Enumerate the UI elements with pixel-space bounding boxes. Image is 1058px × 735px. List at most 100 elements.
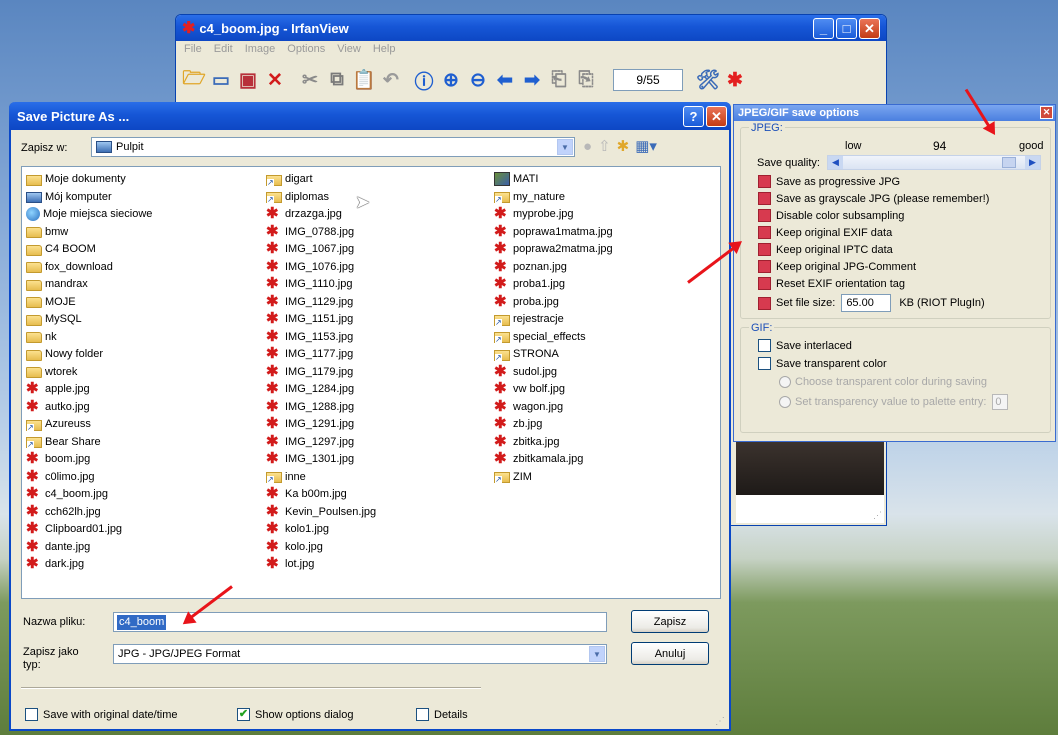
list-item[interactable]: Ka b00m.jpg	[266, 484, 347, 502]
cancel-button[interactable]: Anuluj	[631, 642, 709, 665]
list-item[interactable]: poprawa2matma.jpg	[494, 239, 613, 257]
list-item[interactable]: IMG_1177.jpg	[266, 344, 353, 362]
file-size-input[interactable]: 65.00	[841, 294, 892, 312]
list-item[interactable]: IMG_1297.jpg	[266, 432, 354, 450]
list-item[interactable]: zbitka.jpg	[494, 432, 559, 450]
list-item[interactable]: C4 BOOM	[26, 241, 96, 257]
zoom-in-icon[interactable]: ⊕	[439, 68, 463, 92]
checkbox[interactable]	[758, 357, 771, 370]
resize-grip[interactable]: ⋰	[715, 716, 725, 727]
checkbox[interactable]	[758, 260, 771, 273]
list-item[interactable]: poprawa1matma.jpg	[494, 222, 613, 240]
checkbox[interactable]	[758, 339, 771, 352]
list-item[interactable]: diplomas	[266, 189, 329, 205]
list-item[interactable]: IMG_1110.jpg	[266, 274, 352, 292]
list-item[interactable]: myprobe.jpg	[494, 204, 574, 222]
list-item[interactable]: bmw	[26, 224, 68, 240]
checkbox[interactable]	[758, 192, 771, 205]
list-item[interactable]: proba.jpg	[494, 292, 559, 310]
list-item[interactable]: MATI	[494, 171, 538, 187]
gif-palette-option[interactable]: Set transparency value to palette entry:…	[779, 394, 1009, 410]
list-item[interactable]: IMG_0788.jpg	[266, 222, 354, 240]
list-item[interactable]: mandrax	[26, 276, 88, 292]
list-item[interactable]: Clipboard01.jpg	[26, 519, 122, 537]
list-item[interactable]: kolo1.jpg	[266, 519, 329, 537]
checkbox[interactable]	[758, 175, 771, 188]
list-item[interactable]: IMG_1288.jpg	[266, 397, 354, 415]
option-file-size[interactable]: Set file size: 65.00 KB (RIOT PlugIn)	[758, 292, 989, 314]
first-page-icon[interactable]: ⎗	[547, 68, 571, 92]
list-item[interactable]: IMG_1153.jpg	[266, 327, 353, 345]
settings-icon[interactable]: 🛠	[696, 68, 720, 92]
dropdown-arrow-button[interactable]: ▼	[589, 646, 605, 662]
list-item[interactable]: Nowy folder	[26, 346, 103, 362]
minimize-button[interactable]: _	[813, 18, 834, 39]
list-item[interactable]: my_nature	[494, 189, 565, 205]
list-item[interactable]: cch62lh.jpg	[26, 502, 101, 520]
option-disable-subsampling[interactable]: Disable color subsampling	[758, 207, 989, 224]
menu-view[interactable]: View	[337, 43, 361, 61]
list-item[interactable]: IMG_1076.jpg	[266, 257, 354, 275]
save-in-dropdown[interactable]: Pulpit ▼	[91, 137, 575, 157]
list-item[interactable]: Kevin_Poulsen.jpg	[266, 502, 376, 520]
list-item[interactable]: drzazga.jpg	[266, 204, 342, 222]
checkbox[interactable]	[758, 277, 771, 290]
option-grayscale[interactable]: Save as grayscale JPG (please remember!)	[758, 190, 989, 207]
next-icon[interactable]: ➡	[520, 68, 544, 92]
dropdown-arrow-button[interactable]: ▼	[557, 139, 573, 155]
radio-button[interactable]	[779, 376, 791, 388]
gif-palette-input[interactable]: 0	[992, 394, 1009, 410]
list-item[interactable]: wagon.jpg	[494, 397, 563, 415]
list-item[interactable]: kolo.jpg	[266, 537, 323, 555]
list-item[interactable]: inne	[266, 469, 306, 485]
save-dialog-titlebar[interactable]: Save Picture As ... ? ✕	[9, 102, 731, 130]
list-item[interactable]: c0limo.jpg	[26, 467, 95, 485]
list-item[interactable]: IMG_1291.jpg	[266, 414, 354, 432]
quality-slider[interactable]: ◀ ▶	[827, 155, 1041, 170]
list-item[interactable]: dante.jpg	[26, 537, 90, 555]
list-item[interactable]: fox_download	[26, 259, 113, 275]
checkbox[interactable]	[416, 708, 429, 721]
list-item[interactable]: IMG_1284.jpg	[266, 379, 354, 397]
list-item[interactable]: wtorek	[26, 364, 77, 380]
menu-edit[interactable]: Edit	[214, 43, 233, 61]
list-item[interactable]: boom.jpg	[26, 449, 90, 467]
list-item[interactable]: zbitkamala.jpg	[494, 449, 583, 467]
list-item[interactable]: c4_boom.jpg	[26, 484, 108, 502]
list-item[interactable]: digart	[266, 171, 313, 187]
back-icon[interactable]: ●	[583, 138, 592, 155]
maximize-button[interactable]: □	[836, 18, 857, 39]
checkbox[interactable]	[758, 296, 771, 310]
open-icon[interactable]: 🗁	[182, 68, 206, 92]
list-item[interactable]: Moje miejsca sieciowe	[26, 206, 152, 222]
jpeg-options-titlebar[interactable]: JPEG/GIF save options ✕	[734, 105, 1055, 121]
filetype-dropdown[interactable]: JPG - JPG/JPEG Format ▼	[113, 644, 607, 664]
last-page-icon[interactable]: ⎘	[574, 68, 598, 92]
opt-details[interactable]: Details	[416, 708, 468, 721]
option-progressive[interactable]: Save as progressive JPG	[758, 173, 989, 190]
list-item[interactable]: IMG_1067.jpg	[266, 239, 354, 257]
checkbox[interactable]: ✔	[237, 708, 250, 721]
list-item[interactable]: IMG_1179.jpg	[266, 362, 353, 380]
save-icon[interactable]: ▣	[236, 68, 260, 92]
list-item[interactable]: ZIM	[494, 469, 532, 485]
list-item[interactable]: autko.jpg	[26, 397, 90, 415]
opt-show-options[interactable]: ✔ Show options dialog	[237, 708, 353, 721]
slider-left-arrow[interactable]: ◀	[828, 156, 843, 169]
view-menu-icon[interactable]: ▦▾	[635, 137, 657, 155]
list-item[interactable]: MySQL	[26, 311, 82, 327]
resize-grip[interactable]: ⋰	[873, 510, 882, 521]
previous-icon[interactable]: ⬅	[493, 68, 517, 92]
radio-button[interactable]	[779, 396, 791, 408]
menu-file[interactable]: File	[184, 43, 202, 61]
checkbox[interactable]	[758, 209, 771, 222]
list-item[interactable]: Azureuss	[26, 416, 91, 432]
checkbox[interactable]	[758, 226, 771, 239]
slider-right-arrow[interactable]: ▶	[1025, 156, 1040, 169]
option-keep-exif[interactable]: Keep original EXIF data	[758, 224, 989, 241]
up-folder-icon[interactable]: ⇧	[598, 137, 611, 155]
gif-transparent-option[interactable]: Save transparent color	[758, 357, 887, 370]
list-item[interactable]: sudol.jpg	[494, 362, 557, 380]
list-item[interactable]: nk	[26, 329, 57, 345]
zoom-out-icon[interactable]: ⊖	[466, 68, 490, 92]
